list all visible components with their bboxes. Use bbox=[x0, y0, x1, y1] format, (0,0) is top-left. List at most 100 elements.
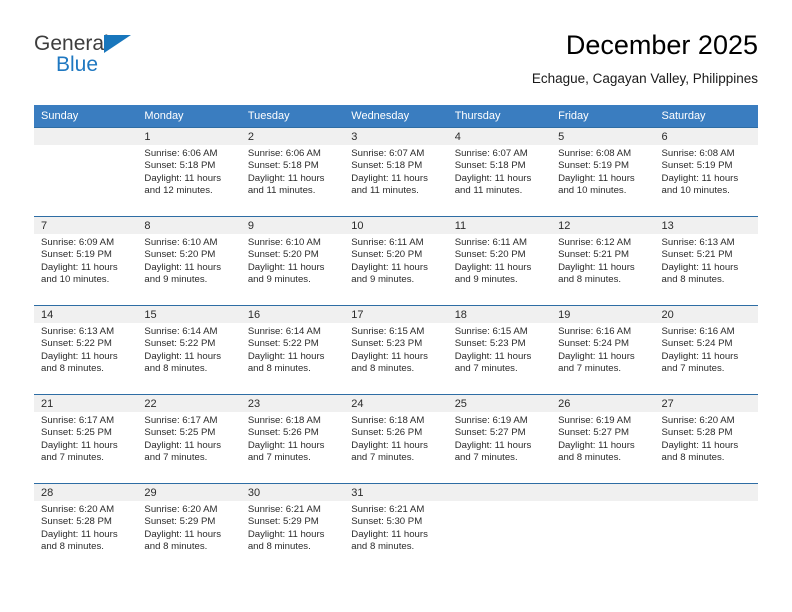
day-daylight-text: and 8 minutes. bbox=[351, 541, 415, 553]
day-sunset-text: Sunset: 5:22 PM bbox=[144, 338, 216, 350]
day-sunrise-text: Sunrise: 6:11 AM bbox=[351, 237, 424, 248]
day-daylight-text: Daylight: 11 hours bbox=[661, 261, 739, 273]
day-sunrise-text: Sunrise: 6:14 AM bbox=[247, 326, 321, 337]
day-cell[interactable]: 18 Sunrise: 6:15 AM Sunset: 5:23 PM Dayligh… bbox=[447, 305, 552, 394]
day-daylight-text: and 9 minutes. bbox=[351, 274, 415, 286]
day-cell-inner: 6 Sunrise: 6:08 AM Sunset: 5:19 PM Daylight… bbox=[654, 127, 758, 216]
day-cell-details: Sunrise: 6:11 AM Sunset: 5:20 PM Daylight:… bbox=[448, 234, 551, 287]
day-sunset-text: Sunset: 5:27 PM bbox=[558, 427, 630, 439]
day-cell-details: Sunrise: 6:08 AM Sunset: 5:19 PM Daylight:… bbox=[655, 145, 758, 198]
day-cell[interactable]: 22 Sunrise: 6:17 AM Sunset: 5:25 PM Dayligh… bbox=[137, 394, 241, 483]
day-sunset-text: Sunset: 5:28 PM bbox=[41, 516, 112, 528]
day-cell[interactable]: 1 Sunrise: 6:06 AM Sunset: 5:18 PM Daylight… bbox=[137, 127, 241, 216]
day-sunset-text: Sunset: 5:22 PM bbox=[41, 338, 112, 350]
day-cell[interactable]: 27 Sunrise: 6:20 AM Sunset: 5:28 PM Dayligh… bbox=[654, 394, 758, 483]
day-cell-inner: 25 Sunrise: 6:19 AM Sunset: 5:27 PM Dayligh… bbox=[447, 394, 552, 483]
day-cell[interactable]: 7 Sunrise: 6:09 AM Sunset: 5:19 PM Daylight… bbox=[34, 216, 138, 305]
day-cell-inner: 14 Sunrise: 6:13 AM Sunset: 5:22 PM Dayligh… bbox=[34, 305, 138, 394]
day-sunrise-text: Sunrise: 6:13 AM bbox=[661, 237, 735, 248]
day-cell[interactable]: 23 Sunrise: 6:18 AM Sunset: 5:26 PM Dayligh… bbox=[240, 394, 345, 483]
day-sunset-text: Sunset: 5:27 PM bbox=[454, 427, 526, 439]
day-sunset-text: Sunset: 5:19 PM bbox=[661, 160, 733, 172]
day-sunset-text: Sunset: 5:20 PM bbox=[247, 249, 319, 261]
day-cell-inner: 3 Sunrise: 6:07 AM Sunset: 5:18 PM Daylight… bbox=[344, 127, 448, 216]
day-daylight-text: and 7 minutes. bbox=[144, 452, 208, 464]
page-header: General Blue December 2025 Echague, Caga… bbox=[34, 28, 758, 100]
day-sunset-text: Sunset: 5:21 PM bbox=[558, 249, 630, 261]
day-cell[interactable]: 13 Sunrise: 6:13 AM Sunset: 5:21 PM Dayligh… bbox=[654, 216, 758, 305]
day-daylight-text: Daylight: 11 hours bbox=[558, 172, 635, 184]
weekday-header-wednesday: Wednesday bbox=[344, 105, 448, 127]
page-title: December 2025 bbox=[565, 30, 758, 60]
day-cell[interactable]: 14 Sunrise: 6:13 AM Sunset: 5:22 PM Dayligh… bbox=[34, 305, 138, 394]
day-daylight-text: and 9 minutes. bbox=[144, 274, 208, 286]
day-cell[interactable]: 15 Sunrise: 6:14 AM Sunset: 5:22 PM Dayligh… bbox=[137, 305, 241, 394]
day-daylight-text: and 8 minutes. bbox=[247, 541, 311, 553]
day-daylight-text: Daylight: 11 hours bbox=[351, 261, 428, 273]
day-cell[interactable]: 24 Sunrise: 6:18 AM Sunset: 5:26 PM Dayligh… bbox=[344, 394, 448, 483]
day-cell-inner bbox=[447, 483, 552, 572]
day-daylight-text: and 7 minutes. bbox=[454, 363, 518, 375]
day-cell[interactable]: 20 Sunrise: 6:16 AM Sunset: 5:24 PM Dayligh… bbox=[654, 305, 758, 394]
page-subtitle: Echague, Cagayan Valley, Philippines bbox=[531, 71, 758, 86]
day-daylight-text: and 9 minutes. bbox=[454, 274, 518, 286]
weekday-header-tuesday: Tuesday bbox=[240, 105, 345, 127]
day-sunset-text: Sunset: 5:18 PM bbox=[144, 160, 216, 172]
day-cell[interactable]: 5 Sunrise: 6:08 AM Sunset: 5:19 PM Daylight… bbox=[551, 127, 655, 216]
day-cell[interactable]: 6 Sunrise: 6:08 AM Sunset: 5:19 PM Daylight… bbox=[654, 127, 758, 216]
day-sunset-text: Sunset: 5:28 PM bbox=[661, 427, 733, 439]
day-cell-inner: 16 Sunrise: 6:14 AM Sunset: 5:22 PM Dayligh… bbox=[240, 305, 345, 394]
day-daylight-text: and 8 minutes. bbox=[247, 363, 311, 375]
day-sunset-text: Sunset: 5:19 PM bbox=[41, 249, 112, 261]
logo-text-general: General bbox=[34, 32, 109, 55]
day-cell[interactable]: 19 Sunrise: 6:16 AM Sunset: 5:24 PM Dayligh… bbox=[551, 305, 655, 394]
day-cell[interactable]: 10 Sunrise: 6:11 AM Sunset: 5:20 PM Dayligh… bbox=[344, 216, 448, 305]
day-cell[interactable]: 21 Sunrise: 6:17 AM Sunset: 5:25 PM Dayligh… bbox=[34, 394, 138, 483]
day-daylight-text: and 8 minutes. bbox=[144, 541, 208, 553]
day-cell[interactable]: 3 Sunrise: 6:07 AM Sunset: 5:18 PM Daylight… bbox=[344, 127, 448, 216]
day-number: 17 bbox=[344, 306, 448, 323]
day-cell-inner: 7 Sunrise: 6:09 AM Sunset: 5:19 PM Daylight… bbox=[34, 216, 138, 305]
day-cell[interactable]: 30 Sunrise: 6:21 AM Sunset: 5:29 PM Dayligh… bbox=[240, 483, 345, 572]
day-sunset-text: Sunset: 5:29 PM bbox=[144, 516, 216, 528]
day-daylight-text: and 8 minutes. bbox=[144, 363, 208, 375]
day-cell[interactable]: 26 Sunrise: 6:19 AM Sunset: 5:27 PM Dayligh… bbox=[551, 394, 655, 483]
day-number: 21 bbox=[34, 395, 138, 412]
day-cell[interactable]: 17 Sunrise: 6:15 AM Sunset: 5:23 PM Dayligh… bbox=[344, 305, 448, 394]
day-cell-inner bbox=[34, 127, 138, 216]
day-daylight-text: Daylight: 11 hours bbox=[558, 439, 635, 451]
day-cell[interactable]: 16 Sunrise: 6:14 AM Sunset: 5:22 PM Dayligh… bbox=[240, 305, 345, 394]
day-sunrise-text: Sunrise: 6:10 AM bbox=[144, 237, 218, 248]
day-cell[interactable]: 12 Sunrise: 6:12 AM Sunset: 5:21 PM Dayligh… bbox=[551, 216, 655, 305]
day-cell[interactable]: 4 Sunrise: 6:07 AM Sunset: 5:18 PM Daylight… bbox=[447, 127, 552, 216]
day-cell[interactable]: 2 Sunrise: 6:06 AM Sunset: 5:18 PM Daylight… bbox=[240, 127, 345, 216]
day-cell[interactable]: 9 Sunrise: 6:10 AM Sunset: 5:20 PM Daylight… bbox=[240, 216, 345, 305]
day-cell-details: Sunrise: 6:08 AM Sunset: 5:19 PM Daylight:… bbox=[551, 145, 654, 198]
day-cell-inner: 31 Sunrise: 6:21 AM Sunset: 5:30 PM Dayligh… bbox=[344, 483, 448, 572]
day-number bbox=[551, 484, 655, 501]
day-cell-details bbox=[448, 501, 551, 504]
day-cell-details: Sunrise: 6:21 AM Sunset: 5:30 PM Daylight:… bbox=[344, 501, 447, 554]
day-number bbox=[447, 484, 552, 501]
day-daylight-text: Daylight: 11 hours bbox=[41, 528, 118, 540]
general-blue-logo[interactable]: General Blue bbox=[34, 32, 154, 88]
day-daylight-text: Daylight: 11 hours bbox=[41, 350, 118, 362]
day-cell[interactable]: 25 Sunrise: 6:19 AM Sunset: 5:27 PM Dayligh… bbox=[447, 394, 552, 483]
day-sunset-text: Sunset: 5:20 PM bbox=[144, 249, 216, 261]
day-daylight-text: and 8 minutes. bbox=[41, 363, 104, 375]
day-sunrise-text: Sunrise: 6:08 AM bbox=[558, 148, 632, 159]
calendar-week-row: 7 Sunrise: 6:09 AM Sunset: 5:19 PM Daylight… bbox=[34, 216, 758, 305]
day-sunset-text: Sunset: 5:18 PM bbox=[247, 160, 319, 172]
day-cell[interactable]: 29 Sunrise: 6:20 AM Sunset: 5:29 PM Dayligh… bbox=[137, 483, 241, 572]
day-cell[interactable]: 11 Sunrise: 6:11 AM Sunset: 5:20 PM Dayligh… bbox=[447, 216, 552, 305]
day-sunset-text: Sunset: 5:24 PM bbox=[661, 338, 733, 350]
day-cell-details: Sunrise: 6:11 AM Sunset: 5:20 PM Daylight:… bbox=[344, 234, 447, 287]
day-daylight-text: Daylight: 11 hours bbox=[247, 528, 325, 540]
day-cell-details: Sunrise: 6:07 AM Sunset: 5:18 PM Daylight:… bbox=[448, 145, 551, 198]
day-sunset-text: Sunset: 5:26 PM bbox=[247, 427, 319, 439]
day-cell[interactable]: 28 Sunrise: 6:20 AM Sunset: 5:28 PM Dayligh… bbox=[34, 483, 138, 572]
day-cell[interactable]: 31 Sunrise: 6:21 AM Sunset: 5:30 PM Dayligh… bbox=[344, 483, 448, 572]
day-sunset-text: Sunset: 5:25 PM bbox=[144, 427, 216, 439]
day-cell[interactable]: 8 Sunrise: 6:10 AM Sunset: 5:20 PM Daylight… bbox=[137, 216, 241, 305]
day-daylight-text: and 7 minutes. bbox=[454, 452, 518, 464]
